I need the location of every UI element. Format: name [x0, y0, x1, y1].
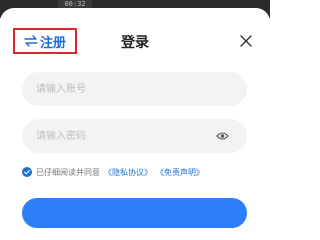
agreement-text: 已仔细阅读并同意 — [36, 167, 100, 177]
eye-icon[interactable] — [216, 131, 229, 141]
disclaimer-link[interactable]: 《免责声明》 — [156, 167, 204, 178]
close-icon[interactable] — [239, 34, 253, 48]
checkbox-checked-icon[interactable] — [22, 167, 32, 177]
register-label: 注册 — [39, 35, 66, 51]
swap-icon — [24, 35, 38, 47]
account-input[interactable] — [22, 72, 247, 106]
privacy-policy-link[interactable]: 《隐私协议》 — [104, 167, 152, 178]
register-button[interactable]: 注册 — [13, 28, 77, 54]
login-button[interactable] — [22, 198, 247, 228]
password-input[interactable] — [22, 119, 247, 153]
agreement-row: 已仔细阅读并同意 《隐私协议》 《免责声明》 — [22, 166, 204, 178]
